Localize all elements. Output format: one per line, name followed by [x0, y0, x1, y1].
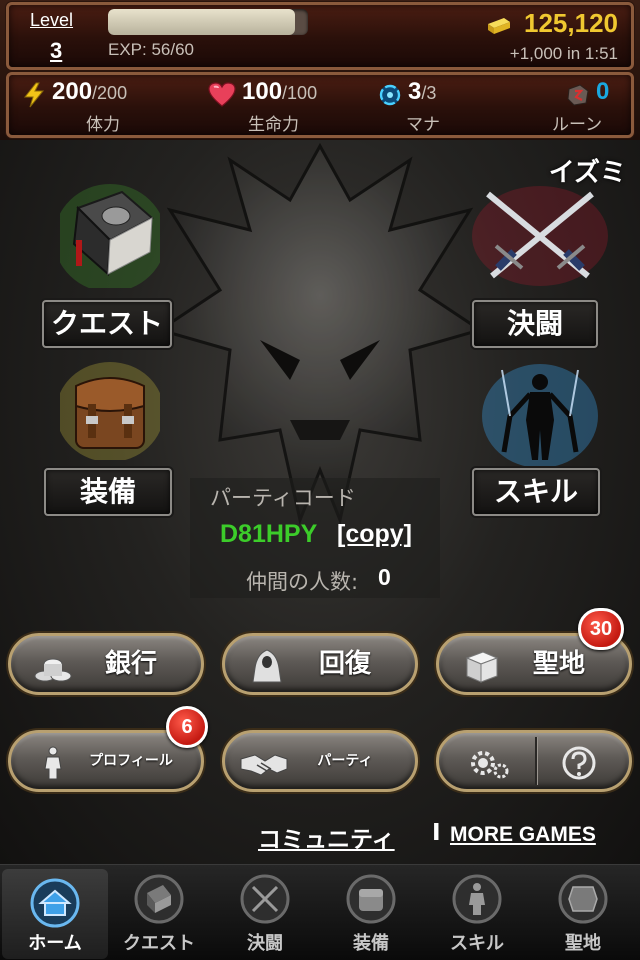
gold-timer: +1,000 in 1:51 [509, 44, 618, 63]
stat-life: 100/100 生命力 [208, 76, 348, 136]
backpack-icon [60, 362, 160, 460]
home-main: イズミ クエスト 決闘 装備 スキル パーティコード D81HPY [copy]… [0, 140, 640, 864]
stat-rune: 0 ルーン [552, 76, 632, 136]
stat-rune-label: ルーン [552, 115, 603, 135]
status-header: Level 3 EXP: 56/60 125,120 +1,000 in 1:5… [0, 0, 640, 140]
button-divider [535, 737, 537, 785]
menu-skill-label: スキル [472, 468, 600, 516]
community-link[interactable]: コミュニティ [258, 820, 395, 854]
stat-stamina-label: 体力 [86, 115, 120, 135]
link-separator: I [432, 820, 441, 846]
stat-life-label: 生命力 [248, 115, 299, 135]
gold-amount: 125,120 [524, 8, 618, 38]
menu-equipment-label: 装備 [44, 468, 172, 516]
tab-quest-label: クエスト [123, 933, 195, 954]
tab-bag-icon [346, 874, 396, 924]
profile-notification-badge: 6 [166, 706, 208, 748]
tab-sanctuary[interactable]: 聖地 [530, 865, 636, 960]
stat-mana: 3/3 マナ [378, 76, 478, 136]
stat-rune-value: 0 [596, 78, 610, 105]
exp-bar [108, 9, 308, 35]
tab-duel-label: 決闘 [247, 933, 283, 954]
stat-life-max: /100 [282, 83, 318, 103]
stat-mana-max: /3 [421, 83, 437, 103]
menu-skill[interactable]: スキル [450, 350, 620, 516]
lightning-icon [23, 82, 45, 108]
tab-home[interactable]: ホーム [2, 869, 108, 959]
tab-equipment[interactable]: 装備 [318, 865, 424, 960]
stat-stamina: 200/200 体力 [22, 76, 162, 136]
tab-skill-label: スキル [450, 933, 504, 954]
exp-bar-fill [108, 9, 295, 35]
tab-quest[interactable]: クエスト [106, 865, 212, 960]
quest-book-icon [60, 184, 160, 288]
tab-swords-icon [240, 874, 290, 924]
warrior-silhouette-icon [482, 364, 598, 468]
exp-text: EXP: 56/60 [108, 40, 195, 59]
stat-stamina-value: 200 [52, 78, 93, 105]
level-label[interactable]: Level [30, 10, 73, 31]
settings-help-button-group [436, 730, 632, 792]
gold-bar-icon [488, 18, 510, 34]
tab-home-label: ホーム [28, 933, 82, 954]
mana-swirl-icon [379, 84, 401, 106]
party-copy-link[interactable]: [copy] [337, 520, 412, 549]
party-code: D81HPY [220, 520, 318, 548]
stat-mana-value: 3 [408, 78, 422, 105]
more-games-link[interactable]: MORE GAMES [450, 823, 596, 847]
home-icon [30, 878, 80, 928]
heart-icon [208, 82, 236, 107]
coins-icon [34, 658, 72, 682]
stat-mana-label: マナ [406, 115, 440, 135]
party-button-label: パーティ [317, 753, 373, 769]
person-figure-icon [44, 746, 62, 780]
bottom-tab-bar: ホーム クエスト 決闘 装備 スキル 聖地 [0, 864, 640, 960]
rune-stone-icon [567, 84, 589, 106]
hooded-figure-icon [252, 649, 282, 683]
party-code-title: パーティコード [210, 486, 356, 510]
tab-duel[interactable]: 決闘 [212, 865, 318, 960]
stone-cube-icon [465, 651, 499, 683]
menu-duel-label: 決闘 [472, 300, 598, 348]
menu-quest-label: クエスト [42, 300, 172, 348]
sanctuary-notification-badge: 30 [578, 608, 624, 650]
tab-cube-icon [558, 874, 608, 924]
party-button[interactable]: パーティ [222, 730, 418, 792]
help-icon[interactable] [559, 745, 599, 781]
level-value[interactable]: 3 [50, 38, 62, 64]
party-count: 0 [378, 564, 391, 590]
stat-stamina-max: /200 [92, 83, 128, 103]
party-count-label: 仲間の人数: [246, 570, 359, 594]
menu-quest[interactable]: クエスト [20, 170, 190, 348]
handshake-icon [240, 754, 288, 776]
recover-button-label: 回復 [318, 649, 371, 679]
tab-sanctuary-label: 聖地 [565, 933, 601, 954]
recover-button[interactable]: 回復 [222, 633, 418, 695]
bank-button-label: 銀行 [104, 649, 157, 679]
tab-warrior-icon [452, 874, 502, 924]
gears-icon[interactable] [465, 745, 513, 781]
tab-skill[interactable]: スキル [424, 865, 530, 960]
menu-duel[interactable]: 決闘 [450, 170, 620, 348]
bank-button[interactable]: 銀行 [8, 633, 204, 695]
stat-life-value: 100 [242, 78, 283, 105]
menu-equipment[interactable]: 装備 [20, 350, 190, 516]
tab-equipment-label: 装備 [353, 933, 389, 954]
tab-book-icon [134, 874, 184, 924]
crossed-swords-icon [472, 186, 608, 286]
